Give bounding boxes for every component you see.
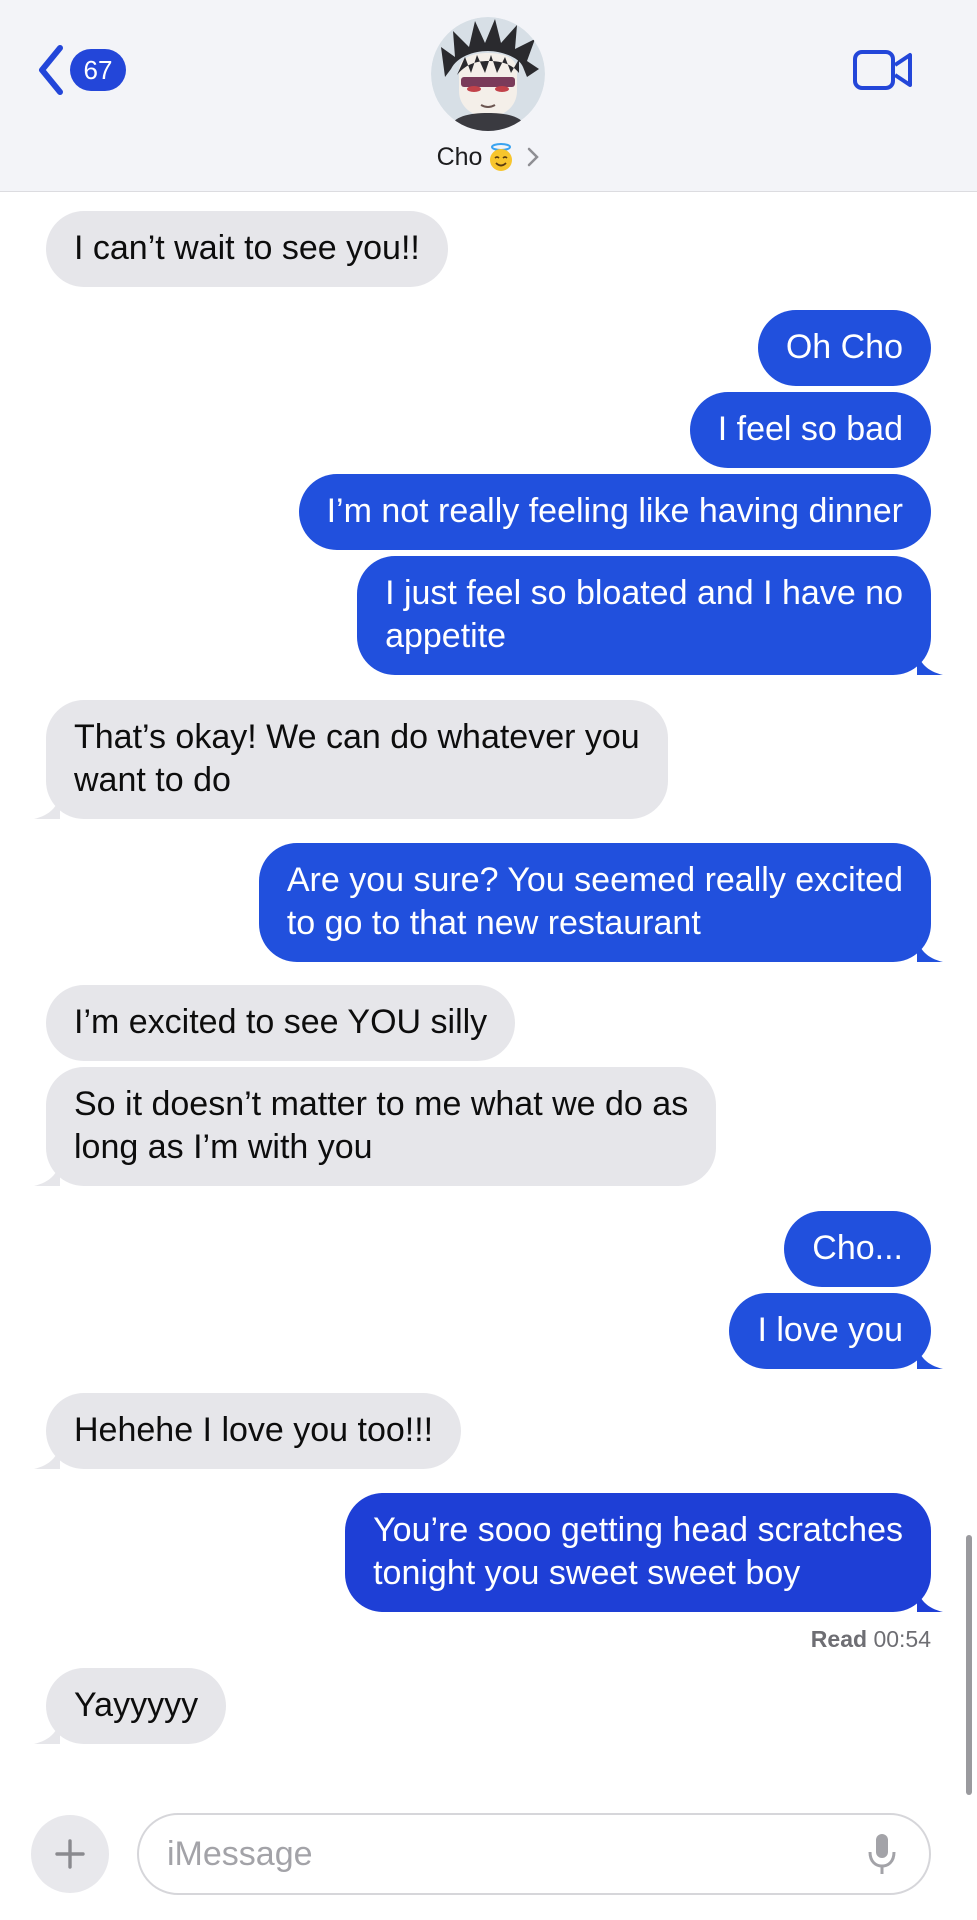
message-bubble-sent[interactable]: Cho... bbox=[784, 1211, 931, 1287]
contact-name: Cho bbox=[436, 142, 483, 171]
message-text-line: You’re sooo getting head scratches bbox=[373, 1511, 903, 1549]
message-bubble-sent[interactable]: I’m not really feeling like having dinne… bbox=[298, 474, 931, 550]
message-text-line: I just feel so bloated and I have no bbox=[385, 574, 903, 612]
message-bubble-received[interactable]: I can’t wait to see you!! bbox=[46, 211, 448, 287]
message-bubble-received[interactable]: So it doesn’t matter to me what we do as… bbox=[34, 1067, 717, 1186]
scrollbar[interactable] bbox=[966, 1535, 972, 1795]
message-bubble-received[interactable]: I’m excited to see YOU silly bbox=[46, 985, 516, 1061]
message-text-line: to go to that new restaurant bbox=[286, 904, 701, 942]
message-bubble-received[interactable]: That’s okay! We can do whatever you want… bbox=[34, 700, 668, 819]
read-time: 00:54 bbox=[873, 1626, 931, 1652]
message-bubble-sent[interactable]: I love you bbox=[729, 1293, 943, 1369]
message-text: I can’t wait to see you!! bbox=[74, 229, 420, 267]
message-text: I’m not really feeling like having dinne… bbox=[326, 492, 903, 530]
bubble-tail bbox=[34, 793, 60, 819]
unread-count-badge: 67 bbox=[70, 49, 126, 91]
message-bubble-sent[interactable]: I feel so bad bbox=[689, 392, 931, 468]
message-text: Oh Cho bbox=[785, 328, 903, 366]
message-text-line: So it doesn’t matter to me what we do as bbox=[74, 1085, 689, 1123]
message-text-line: Are you sure? You seemed really excited bbox=[286, 861, 903, 899]
apps-plus-button[interactable] bbox=[31, 1815, 109, 1893]
conversation-header: 67 Cho bbox=[0, 0, 977, 192]
message-text: Hehehe I love you too!!! bbox=[74, 1411, 434, 1449]
bubble-tail bbox=[34, 1718, 60, 1744]
message-input[interactable] bbox=[137, 1813, 931, 1895]
video-camera-icon[interactable] bbox=[852, 48, 914, 92]
bubble-tail bbox=[34, 1160, 60, 1186]
message-bubble-received[interactable]: Yayyyyy bbox=[34, 1668, 227, 1744]
contact-avatar-button[interactable] bbox=[431, 17, 545, 131]
message-text-line: want to do bbox=[74, 761, 231, 799]
message-text: I’m excited to see YOU silly bbox=[74, 1003, 488, 1041]
bubble-tail bbox=[917, 936, 943, 962]
message-bubble-sent[interactable]: Oh Cho bbox=[757, 310, 931, 386]
halo-smile-emoji-icon bbox=[490, 143, 513, 171]
back-button[interactable]: 67 bbox=[36, 44, 126, 96]
message-text: I feel so bad bbox=[717, 410, 903, 448]
message-text: I love you bbox=[757, 1311, 903, 1349]
bubble-tail bbox=[34, 1443, 60, 1469]
chevron-right-icon bbox=[528, 147, 540, 167]
plus-icon bbox=[55, 1839, 85, 1869]
bubble-tail bbox=[917, 649, 943, 675]
microphone-icon[interactable] bbox=[867, 1832, 897, 1876]
message-text-line: That’s okay! We can do whatever you bbox=[74, 718, 640, 756]
message-text-line: long as I’m with you bbox=[74, 1128, 373, 1166]
message-text: Cho... bbox=[812, 1229, 903, 1267]
message-bubble-sent[interactable]: You’re sooo getting head scratches tonig… bbox=[345, 1493, 943, 1612]
bubble-tail bbox=[917, 1343, 943, 1369]
message-bubble-sent[interactable]: I just feel so bloated and I have no app… bbox=[357, 556, 943, 675]
read-label: Read bbox=[810, 1626, 868, 1652]
back-chevron-icon bbox=[39, 45, 63, 95]
message-bubble-sent[interactable]: Are you sure? You seemed really excited … bbox=[258, 843, 943, 962]
message-text-line: appetite bbox=[385, 617, 507, 655]
avatar bbox=[431, 17, 545, 131]
read-receipt: Read 00:54 bbox=[811, 1626, 931, 1653]
message-bubble-received[interactable]: Hehehe I love you too!!! bbox=[34, 1393, 462, 1469]
message-text-line: tonight you sweet sweet boy bbox=[373, 1554, 801, 1592]
bubble-tail bbox=[917, 1586, 943, 1612]
contact-name-button[interactable]: Cho bbox=[0, 142, 977, 172]
message-text: Yayyyyy bbox=[74, 1686, 199, 1724]
